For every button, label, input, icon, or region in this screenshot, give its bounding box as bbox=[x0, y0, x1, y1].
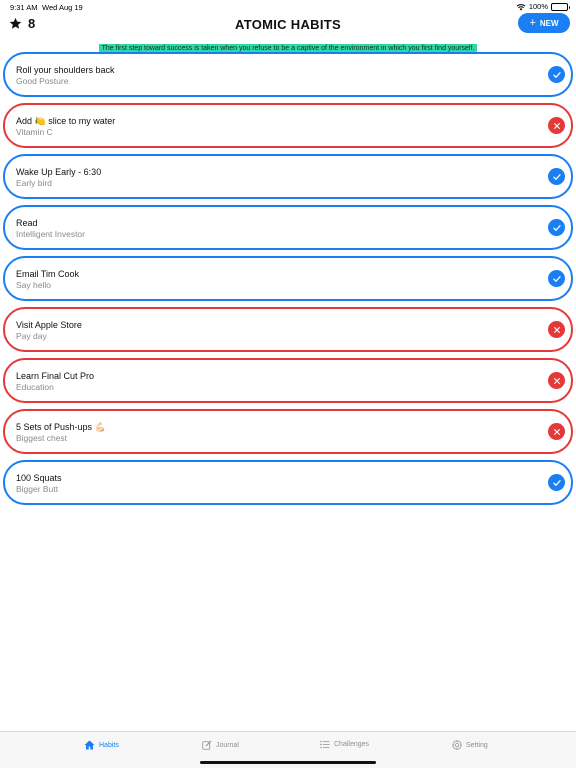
close-icon[interactable] bbox=[548, 321, 565, 338]
habit-subtitle: Say hello bbox=[16, 280, 51, 290]
habit-title: Email Tim Cook bbox=[16, 269, 80, 279]
compose-icon bbox=[202, 740, 212, 750]
habit-card[interactable]: Read Intelligent Investor bbox=[3, 205, 573, 250]
close-icon[interactable] bbox=[548, 423, 565, 440]
habit-subtitle: Intelligent Investor bbox=[16, 229, 85, 239]
tab-habits[interactable]: Habits bbox=[84, 740, 119, 750]
battery-percent: 100% bbox=[528, 2, 548, 11]
habit-title: Read bbox=[16, 218, 38, 228]
checkmark-icon[interactable] bbox=[548, 168, 565, 185]
status-indicators: 100% bbox=[516, 2, 570, 11]
habit-list: Roll your shoulders back Good Posture Add … bbox=[3, 52, 573, 511]
habit-card[interactable]: Wake Up Early - 6:30 Early bird bbox=[3, 154, 573, 199]
battery-icon bbox=[551, 2, 570, 11]
habit-title: Wake Up Early - 6:30 bbox=[16, 167, 102, 177]
habit-card[interactable]: Learn Final Cut Pro Education bbox=[3, 358, 573, 403]
tab-challenges[interactable]: Challenges bbox=[320, 740, 369, 749]
gear-icon bbox=[452, 740, 462, 750]
habit-card[interactable]: Email Tim Cook Say hello bbox=[3, 256, 573, 301]
status-time: 9:31 AM bbox=[10, 3, 38, 12]
habit-title: Visit Apple Store bbox=[16, 320, 82, 330]
tab-label: Journal bbox=[216, 741, 239, 749]
new-habit-button[interactable]: + NEW bbox=[518, 13, 570, 33]
wifi-icon bbox=[516, 3, 526, 11]
habit-subtitle: Pay day bbox=[16, 331, 47, 341]
habit-title: 5 Sets of Push-ups 💪🏻 bbox=[16, 422, 106, 432]
page-title: ATOMIC HABITS bbox=[235, 17, 341, 32]
habit-subtitle: Vitamin C bbox=[16, 127, 53, 137]
habit-subtitle: Early bird bbox=[16, 178, 52, 188]
habit-subtitle: Good Posture bbox=[16, 76, 69, 86]
tab-journal[interactable]: Journal bbox=[202, 740, 239, 750]
tab-bar: Habits Journal Challenges Setting bbox=[0, 731, 576, 768]
habit-title: Learn Final Cut Pro bbox=[16, 371, 95, 381]
house-icon bbox=[84, 740, 95, 750]
habit-subtitle: Biggest chest bbox=[16, 433, 68, 443]
habit-card[interactable]: 100 Squats Bigger Butt bbox=[3, 460, 573, 505]
close-icon[interactable] bbox=[548, 372, 565, 389]
home-indicator bbox=[200, 761, 376, 764]
tab-setting[interactable]: Setting bbox=[452, 740, 488, 750]
checkmark-icon[interactable] bbox=[548, 219, 565, 236]
tab-label: Setting bbox=[466, 741, 488, 749]
status-date: Wed Aug 19 bbox=[42, 3, 83, 12]
checkmark-icon[interactable] bbox=[548, 66, 565, 83]
habit-subtitle: Bigger Butt bbox=[16, 484, 59, 494]
checkmark-icon[interactable] bbox=[548, 474, 565, 491]
habit-title: Add 🍋 slice to my water bbox=[16, 116, 116, 126]
plus-icon: + bbox=[529, 16, 536, 29]
habit-card[interactable]: Visit Apple Store Pay day bbox=[3, 307, 573, 352]
checkmark-icon[interactable] bbox=[548, 270, 565, 287]
habit-card[interactable]: Roll your shoulders back Good Posture bbox=[3, 52, 573, 97]
habit-subtitle: Education bbox=[16, 382, 54, 392]
header: 8 ATOMIC HABITS + NEW bbox=[0, 12, 576, 36]
habit-card[interactable]: 5 Sets of Push-ups 💪🏻 Biggest chest bbox=[3, 409, 573, 454]
close-icon[interactable] bbox=[548, 117, 565, 134]
list-icon bbox=[320, 740, 330, 749]
tab-label: Habits bbox=[99, 741, 119, 749]
tab-label: Challenges bbox=[334, 741, 370, 748]
new-button-label: NEW bbox=[539, 18, 559, 28]
habit-title: 100 Squats bbox=[16, 473, 62, 483]
habit-title: Roll your shoulders back bbox=[16, 65, 115, 75]
habit-card[interactable]: Add 🍋 slice to my water Vitamin C bbox=[3, 103, 573, 148]
